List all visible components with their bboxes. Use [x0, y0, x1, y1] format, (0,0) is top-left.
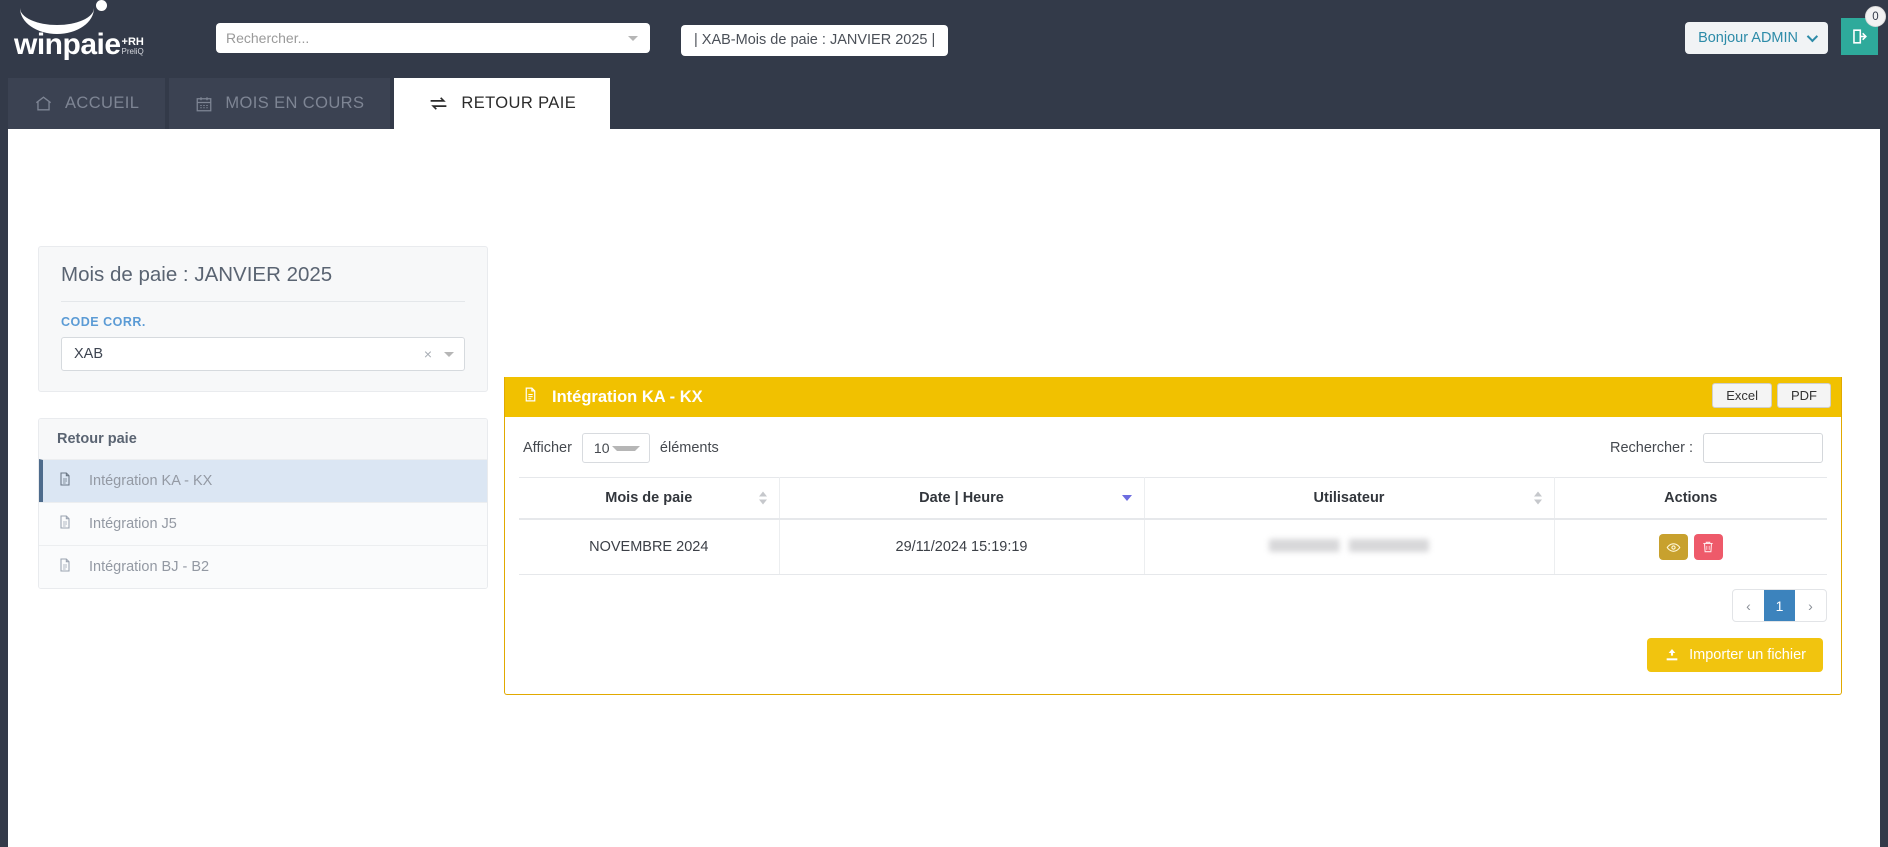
pagination-prev[interactable]: ‹ [1733, 590, 1764, 621]
main-tab-bar: ACCUEIL MOIS EN COURS RETOUR PAIE [0, 78, 1888, 129]
upload-icon [1666, 649, 1678, 661]
tab-mois-en-cours-label: MOIS EN COURS [225, 94, 365, 112]
card-title: Mois de paie : JANVIER 2025 [61, 263, 465, 302]
mois-de-paie-card: Mois de paie : JANVIER 2025 CODE CORR. X… [38, 246, 488, 392]
datatable-length-control: Afficher 10 éléments [523, 433, 719, 463]
tab-retour-paie-label: RETOUR PAIE [461, 94, 577, 112]
top-header-bar: winpaie +RH PreliQ Rechercher... | XAB-M… [0, 0, 1888, 78]
logo-suffix-preliq: PreliQ [121, 47, 144, 56]
exchange-arrows-icon [431, 97, 447, 110]
sidebar-item-integration-bj-b2[interactable]: Intégration BJ - B2 [39, 545, 487, 588]
datatable-search-control: Rechercher : [1610, 433, 1823, 463]
calendar-icon [196, 96, 212, 111]
sort-desc-icon [1121, 495, 1132, 501]
logout-icon [1853, 29, 1867, 44]
pagination: ‹ 1 › [1732, 589, 1827, 622]
panel-title: Intégration KA - KX [552, 387, 703, 406]
export-pdf-button[interactable]: PDF [1777, 383, 1831, 408]
table-search-input[interactable] [1703, 433, 1823, 463]
file-text-icon [57, 556, 73, 578]
caret-down-icon [628, 35, 638, 41]
cell-actions [1554, 519, 1827, 575]
panel-header: Intégration KA - KX Excel PDF [505, 377, 1841, 417]
th-label: Mois de paie [605, 490, 693, 506]
delete-row-button[interactable] [1693, 534, 1723, 560]
integration-table: Mois de paie Date | Heure Utilisateur Ac… [519, 477, 1827, 575]
sort-both-icon [1533, 491, 1542, 505]
th-utilisateur[interactable]: Utilisateur [1144, 477, 1555, 520]
import-file-button[interactable]: Importer un fichier [1647, 638, 1823, 672]
datatable-controls: Afficher 10 éléments Rechercher : [519, 433, 1827, 463]
logo-dot-icon [96, 0, 107, 11]
length-label-before: Afficher [523, 440, 572, 456]
th-actions: Actions [1554, 477, 1827, 520]
sort-both-icon [758, 491, 767, 505]
table-body: NOVEMBRE 2024 29/11/2024 15:19:19 [519, 519, 1827, 575]
home-icon [35, 96, 52, 111]
cell-utilisateur [1144, 519, 1555, 575]
th-mois-de-paie[interactable]: Mois de paie [519, 477, 780, 520]
view-row-button[interactable] [1658, 534, 1688, 560]
code-corr-value: XAB [74, 346, 104, 362]
table-row: NOVEMBRE 2024 29/11/2024 15:19:19 [519, 519, 1827, 575]
tab-accueil[interactable]: ACCUEIL [8, 78, 166, 129]
redacted-username [1269, 538, 1429, 552]
length-label-after: éléments [659, 440, 719, 456]
list-heading: Retour paie [39, 419, 487, 459]
caret-down-icon [611, 445, 640, 451]
cell-mois-de-paie: NOVEMBRE 2024 [519, 519, 780, 575]
sidebar-item-label: Intégration BJ - B2 [89, 559, 210, 575]
th-label: Date | Heure [919, 490, 1004, 506]
import-row: Importer un fichier [519, 622, 1827, 672]
logo-wordmark: winpaie [14, 28, 121, 61]
user-menu-button[interactable]: Bonjour ADMIN [1685, 22, 1828, 54]
export-excel-button[interactable]: Excel [1712, 383, 1772, 408]
tab-accueil-label: ACCUEIL [65, 94, 140, 112]
tab-mois-en-cours[interactable]: MOIS EN COURS [169, 78, 391, 129]
logo-suffix-rh: +RH [121, 36, 144, 48]
user-menu-label: Bonjour ADMIN [1698, 30, 1798, 46]
sidebar-item-integration-j5[interactable]: Intégration J5 [39, 502, 487, 545]
brand-logo[interactable]: winpaie +RH PreliQ [0, 0, 200, 78]
th-label: Actions [1664, 490, 1718, 506]
table-head: Mois de paie Date | Heure Utilisateur Ac… [519, 477, 1827, 520]
sidebar-item-integration-ka-kx[interactable]: Intégration KA - KX [39, 459, 487, 502]
global-search-placeholder: Rechercher... [226, 30, 310, 46]
page-length-value: 10 [593, 440, 610, 456]
retour-paie-list-card: Retour paie Intégration KA - KX Intégrat… [38, 418, 488, 589]
clear-x-icon[interactable]: × [424, 346, 432, 362]
pagination-next[interactable]: › [1795, 590, 1826, 621]
page-content: Mois de paie : JANVIER 2025 CODE CORR. X… [8, 129, 1880, 847]
caret-down-icon[interactable] [444, 351, 454, 357]
cell-date-heure: 29/11/2024 15:19:19 [779, 519, 1145, 575]
integration-panel: Intégration KA - KX Excel PDF Afficher 1… [504, 377, 1842, 695]
file-text-icon [522, 385, 539, 409]
page-length-select[interactable]: 10 [581, 433, 650, 463]
code-corr-label: CODE CORR. [61, 315, 146, 329]
sidebar-column: Mois de paie : JANVIER 2025 CODE CORR. X… [38, 246, 488, 589]
file-text-icon [57, 513, 73, 535]
sidebar-item-label: Intégration J5 [89, 516, 177, 532]
tab-retour-paie[interactable]: RETOUR PAIE [394, 78, 611, 129]
delete-icon [1703, 541, 1713, 553]
panel-body: Afficher 10 éléments Rechercher : Mois d… [505, 417, 1841, 694]
chevron-down-icon [1806, 30, 1819, 43]
table-header-row: Mois de paie Date | Heure Utilisateur Ac… [519, 477, 1827, 520]
datatable-pagination-wrap: ‹ 1 › [519, 575, 1827, 622]
search-label: Rechercher : [1609, 440, 1693, 456]
sidebar-item-label: Intégration KA - KX [89, 473, 213, 489]
th-label: Utilisateur [1313, 490, 1385, 506]
global-search-select[interactable]: Rechercher... [216, 23, 650, 53]
view-icon [1666, 542, 1681, 552]
code-corr-select[interactable]: XAB × [61, 337, 465, 371]
file-text-icon [57, 470, 73, 492]
import-file-label: Importer un fichier [1689, 647, 1806, 663]
pagination-page-1[interactable]: 1 [1764, 590, 1795, 621]
breadcrumb: | XAB-Mois de paie : JANVIER 2025 | [681, 25, 949, 56]
th-date-heure[interactable]: Date | Heure [779, 477, 1145, 520]
notification-badge: 0 [1865, 6, 1886, 27]
